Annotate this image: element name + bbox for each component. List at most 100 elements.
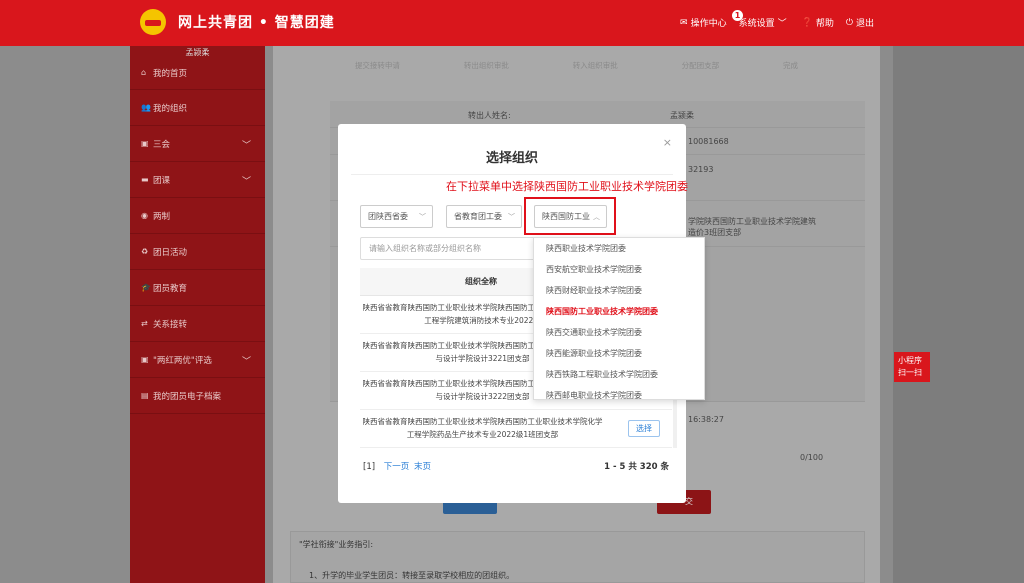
right-gutter xyxy=(893,46,1024,583)
sidebar-item-league-class[interactable]: ▬ 团课 ﹀ xyxy=(130,162,265,198)
table-row: 陕西省省教育陕西国防工业职业技术学院陕西国防工业职业技术学院化学工程学院药品生产… xyxy=(360,410,672,448)
org-fragment: 学院陕西国防工业职业技术学院建筑 xyxy=(688,217,816,226)
dropdown-option[interactable]: 陕西邮电职业技术学院团委 xyxy=(534,385,704,399)
graduation-icon: 🎓 xyxy=(141,283,151,292)
highlight-box xyxy=(524,197,616,235)
pagination: [1] 下一页 末页 xyxy=(363,460,431,472)
province-select[interactable]: 团陕西省委 ﹀ xyxy=(360,205,433,228)
transfer-name-value: 孟颍柔 xyxy=(670,111,694,120)
sidebar-item-label: 团日活动 xyxy=(153,247,188,258)
step-label: 分配团支部 xyxy=(681,61,720,70)
ops-center-link[interactable]: ✉ 操作中心 1 xyxy=(680,10,744,29)
current-page: [1] xyxy=(363,462,376,472)
total-count: 1 - 5 共 320 条 xyxy=(604,462,669,472)
char-counter: 0/100 xyxy=(800,453,824,462)
modal-title: 选择组织 xyxy=(485,151,538,166)
dropdown-option[interactable]: 陕西职业技术学院团委 xyxy=(534,238,704,259)
help-link[interactable]: ❓ 帮助 xyxy=(801,16,834,30)
time-fragment: 16:38:27 xyxy=(688,415,724,424)
sidebar-item-transfer[interactable]: ⇄ 关系接转 xyxy=(130,306,265,342)
dropdown-option[interactable]: 陕西交通职业技术学院团委 xyxy=(534,322,704,343)
logout-link[interactable]: ⏻ 退出 xyxy=(845,16,874,30)
home-icon: ⌂ xyxy=(141,68,147,77)
step-label: 完成 xyxy=(783,61,798,70)
sidebar-item-two-systems[interactable]: ◉ 两制 xyxy=(130,198,265,234)
power-icon: ⏻ xyxy=(845,17,853,28)
sidebar-item-three-meetings[interactable]: ▣ 三会 ﹀ xyxy=(130,126,265,162)
chevron-down-icon: ﹀ xyxy=(777,19,787,29)
sidebar-item-label: 关系接转 xyxy=(153,319,188,330)
sidebar-item-label: 我的首页 xyxy=(153,68,188,79)
chevron-down-icon: ﹀ xyxy=(241,141,251,151)
sidebar-item-label: 三会 xyxy=(153,139,171,150)
top-nav: ✉ 操作中心 1 系统设置 ﹀ ❓ 帮助 ⏻ 退出 xyxy=(668,10,874,30)
youth-league-logo xyxy=(140,9,166,35)
transfer-icon: ⇄ xyxy=(141,319,148,328)
sidebar-item-label: 团课 xyxy=(153,175,171,186)
edit-icon: ▣ xyxy=(141,139,149,148)
progress-steps: 提交接转申请 转出组织审批 转入组织审批 分配团支部 完成 xyxy=(273,60,880,71)
document-icon: ▤ xyxy=(141,391,149,400)
folder-icon: ▬ xyxy=(141,175,149,184)
school-dropdown-list: 陕西职业技术学院团委 西安航空职业技术学院团委 陕西财经职业技术学院团委 陕西国… xyxy=(533,237,705,400)
sidebar-item-league-day[interactable]: ♻ 团日活动 xyxy=(130,234,265,270)
next-page-link[interactable]: 下一页 xyxy=(384,462,410,472)
ops-center-label: 操作中心 xyxy=(690,19,727,29)
sidebar-item-label: 我的组织 xyxy=(153,103,188,114)
target-icon: ◉ xyxy=(141,211,148,220)
chevron-down-icon: ﹀ xyxy=(241,177,251,187)
logout-label: 退出 xyxy=(855,19,874,29)
dropdown-option[interactable]: 陕西能源职业技术学院团委 xyxy=(534,343,704,364)
settings-menu[interactable]: 系统设置 ﹀ xyxy=(739,16,790,29)
users-icon: 👥 xyxy=(141,103,151,112)
sidebar-item-archive[interactable]: ▤ 我的团员电子档案 xyxy=(130,378,265,414)
id-fragment-2: 32193 xyxy=(688,165,714,174)
sidebar-item-label: "两红两优"评选 xyxy=(153,355,212,366)
choose-button[interactable]: 选择 xyxy=(628,420,660,437)
dropdown-option[interactable]: 陕西财经职业技术学院团委 xyxy=(534,280,704,301)
sidebar-item-home[interactable]: ⌂ 我的首页 xyxy=(130,56,265,90)
brand[interactable]: 网上共青团 • 智慧团建 xyxy=(140,9,335,35)
sidebar-item-my-org[interactable]: 👥 我的组织 xyxy=(130,90,265,126)
education-select[interactable]: 省教育团工委 ﹀ xyxy=(446,205,522,228)
step-label: 转入组织审批 xyxy=(572,61,618,70)
help-label: 帮助 xyxy=(815,19,834,29)
sidebar-item-label: 两制 xyxy=(153,211,171,222)
submit-label: 交 xyxy=(685,497,693,506)
search-placeholder: 请输入组织名称或部分组织名称 xyxy=(369,244,481,253)
divider xyxy=(351,174,673,175)
dropdown-option-selected[interactable]: 陕西国防工业职业技术学院团委 xyxy=(534,301,704,322)
chevron-down-icon: ﹀ xyxy=(241,357,251,367)
dropdown-option[interactable]: 西安航空职业技术学院团委 xyxy=(534,259,704,280)
guide-panel: "学社衔接"业务指引: 1、升学的毕业学生团员：转接至录取学校相应的团组织。 xyxy=(290,531,865,583)
org-name-cell: 陕西省省教育陕西国防工业职业技术学院陕西国防工业职业技术学院化学工程学院药品生产… xyxy=(362,417,603,439)
sidebar-item-label: 我的团员电子档案 xyxy=(153,391,222,402)
id-fragment: 10081668 xyxy=(688,137,729,146)
transfer-name-label: 转出人姓名: xyxy=(468,111,511,120)
sidebar: 孟颍柔 ⌂ 我的首页 👥 我的组织 ▣ 三会 ﹀ ▬ 团课 ﹀ ◉ 两制 ♻ 团日活动 🎓 团员教… xyxy=(130,46,265,583)
help-icon: ❓ xyxy=(801,17,813,28)
app-title: 网上共青团 • 智慧团建 xyxy=(178,15,335,31)
dropdown-option[interactable]: 陕西铁路工程职业技术学院团委 xyxy=(534,364,704,385)
sidebar-item-awards[interactable]: ▣ "两红两优"评选 ﹀ xyxy=(130,342,265,378)
settings-label: 系统设置 xyxy=(738,19,775,29)
recycle-icon: ♻ xyxy=(141,247,149,256)
edit-icon: ▣ xyxy=(141,355,149,364)
select-value: 团陕西省委 xyxy=(368,212,408,221)
step-label: 转出组织审批 xyxy=(463,61,509,70)
step-label: 提交接转申请 xyxy=(354,61,400,70)
sidebar-item-education[interactable]: 🎓 团员教育 xyxy=(130,270,265,306)
chevron-down-icon: ﹀ xyxy=(508,213,515,221)
top-bar: 网上共青团 • 智慧团建 ✉ 操作中心 1 系统设置 ﹀ ❓ 帮助 ⏻ 退出 xyxy=(0,0,1024,46)
sidebar-item-label: 团员教育 xyxy=(153,283,188,294)
search-input[interactable]: 请输入组织名称或部分组织名称 xyxy=(360,237,535,260)
last-page-link[interactable]: 末页 xyxy=(414,462,431,472)
mail-icon: ✉ xyxy=(680,17,688,28)
miniprogram-tag[interactable]: 小程序扫一扫 xyxy=(894,352,930,382)
guide-title: "学社衔接"业务指引: xyxy=(299,540,374,549)
guide-text: 1、升学的毕业学生团员：转接至录取学校相应的团组织。 xyxy=(309,571,515,580)
select-value: 省教育团工委 xyxy=(454,212,502,221)
chevron-down-icon: ﹀ xyxy=(419,213,426,221)
sidebar-username: 孟颍柔 xyxy=(185,48,210,57)
instruction-text: 在下拉菜单中选择陕西国防工业职业技术学院团委 xyxy=(446,180,688,193)
